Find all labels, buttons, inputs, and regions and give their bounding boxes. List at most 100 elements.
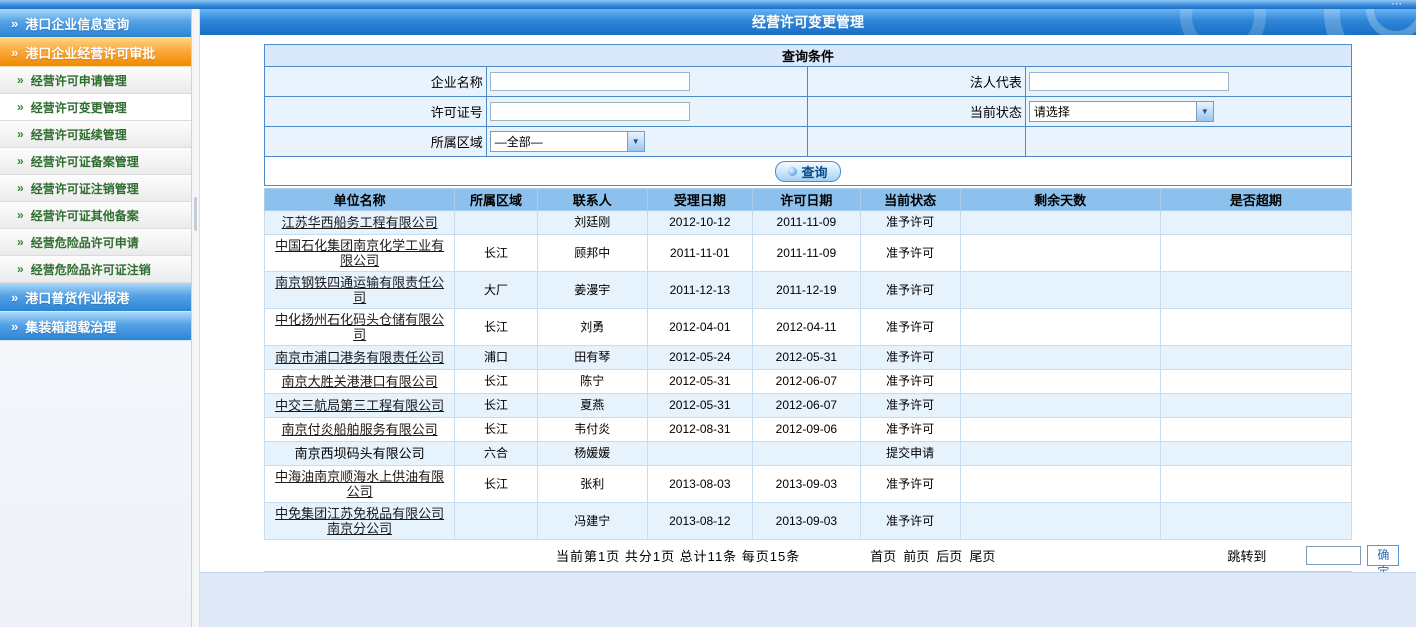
table-row: 南京付炎船舶服务有限公司长江韦付炎2012-08-312012-09-06准予许… <box>265 418 1352 442</box>
jump-to-input[interactable] <box>1306 546 1361 565</box>
contact-cell: 夏燕 <box>537 394 647 418</box>
license-date-cell: 2012-09-06 <box>753 418 861 442</box>
company-name-label: 企业名称 <box>265 67 487 97</box>
column-header: 是否超期 <box>1160 189 1351 211</box>
chevron-icon: » <box>17 100 24 114</box>
window-dots-icon: ⋯ <box>1391 0 1404 10</box>
splitter-grip-icon <box>194 197 197 231</box>
company-link[interactable]: 南京付炎船舶服务有限公司 <box>282 422 438 437</box>
company-link[interactable]: 江苏华西船务工程有限公司 <box>282 215 438 230</box>
sidebar-item-2[interactable]: »港口企业经营许可审批 <box>0 38 191 67</box>
contact-cell: 张利 <box>537 466 647 503</box>
sidebar-item-4[interactable]: »经营许可变更管理 <box>0 94 191 121</box>
column-header: 许可日期 <box>753 189 861 211</box>
company-name-cell: 南京钢铁四通运输有限责任公司 <box>265 272 455 309</box>
days-left-cell <box>960 309 1160 346</box>
sidebar-splitter[interactable] <box>192 9 200 627</box>
chevron-icon: » <box>17 262 24 276</box>
pagination-link[interactable]: 后页 <box>936 549 962 564</box>
chevron-icon: » <box>17 181 24 195</box>
status-cell: 准予许可 <box>860 272 960 309</box>
table-row: 中交三航局第三工程有限公司长江夏燕2012-05-312012-06-07准予许… <box>265 394 1352 418</box>
content-body: 查询条件 企业名称 法人代表 许可证号 <box>200 35 1416 572</box>
confirm-button[interactable]: 确定 <box>1367 545 1399 566</box>
chevron-icon: » <box>17 154 24 168</box>
results-header-row: 单位名称所属区域联系人受理日期许可日期当前状态剩余天数是否超期 <box>265 189 1352 211</box>
sidebar-item-label: 港口企业经营许可审批 <box>25 43 155 62</box>
status-cell: 准予许可 <box>860 211 960 235</box>
double-chevron-icon: » <box>11 319 18 334</box>
pagination-link[interactable]: 尾页 <box>969 549 995 564</box>
company-link[interactable]: 南京市浦口港务有限责任公司 <box>275 350 444 365</box>
legal-rep-label: 法人代表 <box>808 67 1025 97</box>
sidebar-item-label: 经营许可延续管理 <box>31 126 127 143</box>
pagination-summary: 当前第1页 共分1页 总计11条 每页15条 <box>556 546 800 565</box>
company-link[interactable]: 中免集团江苏免税品有限公司南京分公司 <box>275 506 444 536</box>
license-date-cell: 2013-09-03 <box>753 466 861 503</box>
title-decoration-swirl-icon <box>1180 9 1266 35</box>
pagination-link[interactable]: 首页 <box>870 549 896 564</box>
days-left-cell <box>960 418 1160 442</box>
region-cell: 大厂 <box>455 272 538 309</box>
region-cell: 长江 <box>455 235 538 272</box>
sidebar-item-7[interactable]: » 经营许可证注销管理 <box>0 175 191 202</box>
sidebar-item-label: 港口普货作业报港 <box>25 288 129 307</box>
license-no-input[interactable] <box>490 102 690 121</box>
company-link[interactable]: 南京钢铁四通运输有限责任公司 <box>275 275 444 305</box>
sidebar-item-11[interactable]: » 港口普货作业报港 <box>0 283 191 312</box>
sidebar-item-9[interactable]: »经营危险品许可申请 <box>0 229 191 256</box>
overdue-cell <box>1160 235 1351 272</box>
days-left-cell <box>960 235 1160 272</box>
region-select[interactable]: —全部— ▼ <box>490 131 645 152</box>
search-button[interactable]: 查询 <box>775 161 841 182</box>
sidebar-item-3[interactable]: »经营许可申请管理 <box>0 67 191 94</box>
overdue-cell <box>1160 346 1351 370</box>
sidebar-item-1[interactable]: »港口企业信息查询 <box>0 9 191 38</box>
sidebar-item-6[interactable]: » 经营许可证备案管理 <box>0 148 191 175</box>
current-status-value: 请选择 <box>1030 103 1070 120</box>
contact-cell: 刘廷刚 <box>537 211 647 235</box>
sidebar-item-5[interactable]: »经营许可延续管理 <box>0 121 191 148</box>
license-date-cell: 2012-06-07 <box>753 370 861 394</box>
double-chevron-icon: » <box>11 16 18 31</box>
company-link[interactable]: 南京大胜关港港口有限公司 <box>282 374 438 389</box>
pagination-link[interactable]: 前页 <box>903 549 929 564</box>
sidebar-item-10[interactable]: »经营危险品许可证注销 <box>0 256 191 283</box>
accept-date-cell: 2012-05-31 <box>647 370 752 394</box>
company-name-cell: 南京付炎船舶服务有限公司 <box>265 418 455 442</box>
current-status-cell: 请选择 ▼ <box>1025 97 1351 127</box>
region-cell: 浦口 <box>455 346 538 370</box>
legal-rep-input[interactable] <box>1029 72 1229 91</box>
license-date-cell: 2011-11-09 <box>753 211 861 235</box>
top-bar: ⋯ <box>0 0 1416 9</box>
accept-date-cell: 2011-11-01 <box>647 235 752 272</box>
accept-date-cell: 2013-08-12 <box>647 503 752 540</box>
double-chevron-icon: » <box>11 290 18 305</box>
region-cell <box>455 503 538 540</box>
sidebar-item-label: 经营许可证备案管理 <box>31 153 139 170</box>
table-row: 江苏华西船务工程有限公司 刘廷刚2012-10-122011-11-09准予许可 <box>265 211 1352 235</box>
company-name-cell: 江苏华西船务工程有限公司 <box>265 211 455 235</box>
current-status-select[interactable]: 请选择 ▼ <box>1029 101 1214 122</box>
company-link[interactable]: 中国石化集团南京化学工业有限公司 <box>275 238 444 268</box>
sidebar: »港口企业信息查询»港口企业经营许可审批»经营许可申请管理»经营许可变更管理»经… <box>0 9 192 627</box>
sidebar-item-12[interactable]: »集装箱超载治理 <box>0 312 191 341</box>
company-name-input[interactable] <box>490 72 690 91</box>
company-link[interactable]: 中化扬州石化码头仓储有限公司 <box>275 312 444 342</box>
current-status-label: 当前状态 <box>808 97 1025 127</box>
table-row: 南京西坝码头有限公司六合杨媛媛提交申请 <box>265 442 1352 466</box>
company-link[interactable]: 中交三航局第三工程有限公司 <box>275 398 444 413</box>
sidebar-item-8[interactable]: »经营许可证其他备案 <box>0 202 191 229</box>
license-date-cell: 2011-12-19 <box>753 272 861 309</box>
overdue-cell <box>1160 503 1351 540</box>
column-header: 剩余天数 <box>960 189 1160 211</box>
results-body: 江苏华西船务工程有限公司刘廷刚2012-10-122011-11-09准予许可中… <box>265 211 1352 540</box>
accept-date-cell: 2012-10-12 <box>647 211 752 235</box>
pagination-bar: 当前第1页 共分1页 总计11条 每页15条 首页前页后页尾页 跳转到 确定 <box>264 540 1352 572</box>
company-link[interactable]: 中海油南京顺海水上供油有限公司 <box>275 469 444 499</box>
license-no-label: 许可证号 <box>265 97 487 127</box>
sidebar-item-label: 经营许可证注销管理 <box>31 180 139 197</box>
table-row: 中免集团江苏免税品有限公司南京分公司冯建宁2013-08-122013-09-0… <box>265 503 1352 540</box>
days-left-cell <box>960 503 1160 540</box>
search-button-label: 查询 <box>801 162 827 181</box>
